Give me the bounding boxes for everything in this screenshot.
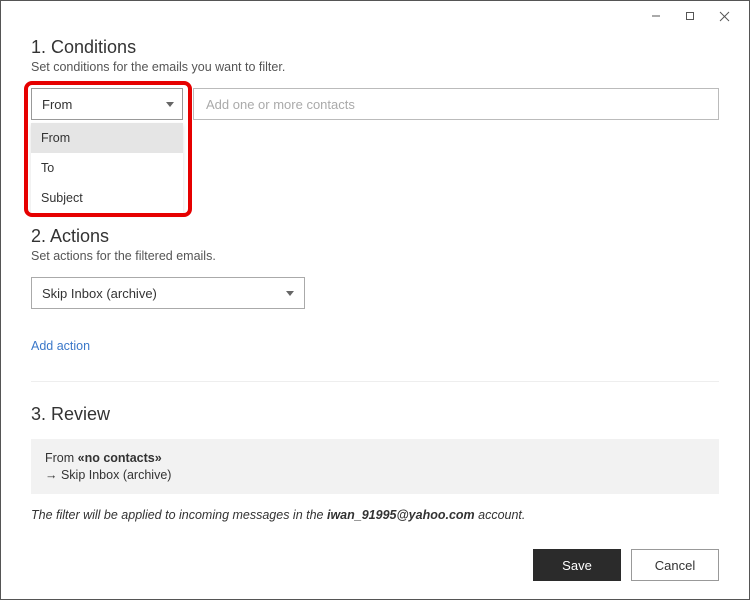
dropdown-option-from[interactable]: From — [31, 123, 183, 153]
cancel-button[interactable]: Cancel — [631, 549, 719, 581]
review-heading: 3. Review — [31, 404, 719, 425]
save-button[interactable]: Save — [533, 549, 621, 581]
action-select-value: Skip Inbox (archive) — [42, 286, 157, 301]
filter-dialog: 1. Conditions Set conditions for the ema… — [0, 0, 750, 600]
applied-note: The filter will be applied to incoming m… — [31, 508, 719, 522]
account-email: iwan_91995@yahoo.com — [327, 508, 475, 522]
maximize-button[interactable] — [673, 3, 707, 29]
review-action-line: → Skip Inbox (archive) — [45, 468, 705, 482]
dropdown-option-subject[interactable]: Subject — [31, 183, 183, 213]
condition-field-selected: From — [42, 97, 72, 112]
condition-field-select[interactable]: From — [31, 88, 183, 120]
review-from-prefix: From — [45, 451, 78, 465]
section-divider — [31, 381, 719, 382]
contacts-input[interactable] — [193, 88, 719, 120]
conditions-heading: 1. Conditions — [31, 37, 719, 58]
dropdown-option-to[interactable]: To — [31, 153, 183, 183]
window-titlebar — [1, 1, 749, 31]
close-button[interactable] — [707, 3, 741, 29]
chevron-down-icon — [166, 102, 174, 107]
condition-field-dropdown: From To Subject — [31, 123, 183, 213]
chevron-down-icon — [286, 291, 294, 296]
review-summary: From «no contacts» → Skip Inbox (archive… — [31, 439, 719, 494]
actions-heading: 2. Actions — [31, 226, 719, 247]
minimize-button[interactable] — [639, 3, 673, 29]
review-from-value: «no contacts» — [78, 451, 162, 465]
actions-subtitle: Set actions for the filtered emails. — [31, 249, 719, 263]
add-action-link[interactable]: Add action — [31, 339, 90, 353]
action-select[interactable]: Skip Inbox (archive) — [31, 277, 305, 309]
conditions-subtitle: Set conditions for the emails you want t… — [31, 60, 719, 74]
